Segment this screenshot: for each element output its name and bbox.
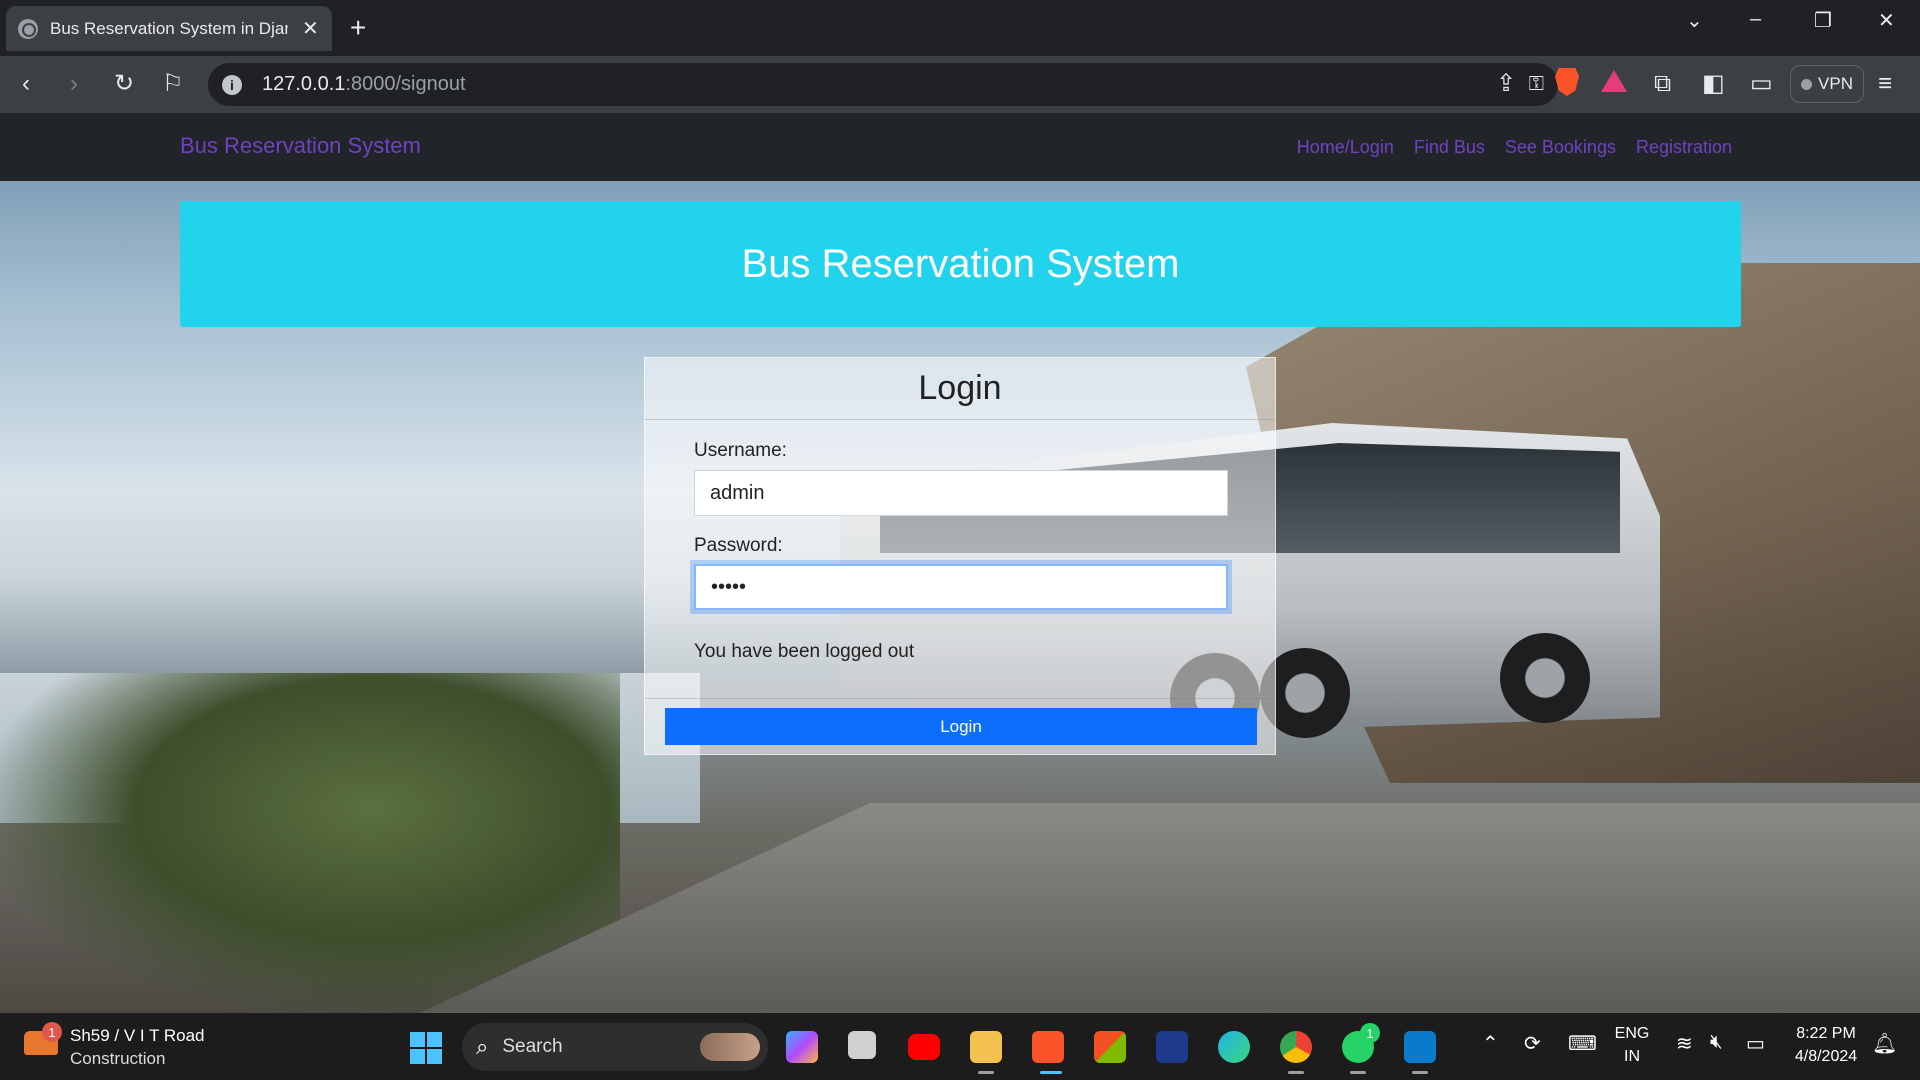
sidebar-icon[interactable]: ◧	[1702, 70, 1725, 98]
login-button[interactable]: Login	[665, 708, 1257, 745]
globe-icon	[18, 18, 38, 39]
password-input[interactable]	[694, 564, 1228, 610]
share-icon[interactable]: ⇪	[1496, 70, 1516, 98]
vpn-button[interactable]: VPN	[1790, 65, 1864, 103]
vpn-label: VPN	[1818, 74, 1853, 93]
username-label: Username:	[694, 440, 787, 461]
wallet-icon[interactable]: ▭	[1750, 70, 1773, 98]
task-view-icon[interactable]	[848, 1031, 876, 1059]
nav-find-bus[interactable]: Find Bus	[1414, 137, 1485, 158]
browser-tab-strip: Bus Reservation System in Djang ✕ + ⌄ – …	[0, 0, 1920, 56]
vscode-icon[interactable]	[1404, 1031, 1436, 1063]
youtube-icon[interactable]	[908, 1034, 940, 1060]
nav-see-bookings[interactable]: See Bookings	[1505, 137, 1616, 158]
search-label: Search	[502, 1036, 563, 1057]
copilot-icon[interactable]	[786, 1031, 818, 1063]
url-host: 127.0.0.1	[262, 73, 346, 95]
weather-title[interactable]: Sh59 / V I T Road	[70, 1026, 205, 1046]
bookmark-icon[interactable]: ⚐	[162, 70, 184, 98]
new-tab-button[interactable]: +	[350, 12, 366, 44]
weather-subtitle[interactable]: Construction	[70, 1049, 165, 1069]
tab-search-chevron-icon[interactable]: ⌄	[1686, 8, 1703, 33]
reload-icon[interactable]: ↻	[114, 70, 134, 98]
close-window-icon[interactable]: ✕	[1878, 8, 1895, 33]
minimize-icon[interactable]: –	[1750, 8, 1761, 31]
edge-icon[interactable]	[1218, 1031, 1250, 1063]
brave-rewards-icon[interactable]	[1601, 70, 1627, 92]
search-highlight-image	[700, 1033, 760, 1061]
brave-browser-icon[interactable]	[1032, 1031, 1064, 1063]
chrome-icon[interactable]	[1280, 1031, 1312, 1063]
weather-badge: 1	[42, 1022, 62, 1042]
vpn-status-icon	[1801, 78, 1813, 90]
language-region[interactable]: IN	[1612, 1048, 1652, 1066]
taskbar-search[interactable]: ⌕ Search	[462, 1023, 768, 1071]
tab-title: Bus Reservation System in Djang	[50, 18, 288, 38]
login-card: Login Username: Password: You have been …	[644, 357, 1276, 755]
browser-toolbar: ‹ › ↻ ⚐ i 127.0.0.1 :8000/signout ⚿ ⇪ ⧉ …	[0, 56, 1920, 113]
volume-muted-icon[interactable]: 🔇︎	[1710, 1031, 1723, 1054]
show-hidden-icons-chevron-icon[interactable]: ⌃	[1482, 1031, 1499, 1056]
language-code[interactable]: ENG	[1612, 1025, 1652, 1043]
web-page: Bus Reservation System Home/Login Find B…	[0, 113, 1920, 1013]
forward-icon[interactable]: ›	[70, 70, 78, 98]
logout-message: You have been logged out	[694, 641, 915, 662]
navbar-brand[interactable]: Bus Reservation System	[180, 133, 421, 159]
url-path: :8000/signout	[345, 73, 466, 95]
wps-icon[interactable]	[1156, 1031, 1188, 1063]
start-icon[interactable]	[410, 1032, 442, 1064]
extensions-icon[interactable]: ⧉	[1654, 70, 1671, 98]
clock-date[interactable]: 4/8/2024	[1786, 1048, 1866, 1066]
hero-title: Bus Reservation System	[741, 241, 1180, 286]
key-icon[interactable]: ⚿	[1529, 73, 1544, 96]
clock-time[interactable]: 8:22 PM	[1786, 1025, 1866, 1043]
file-explorer-icon[interactable]	[970, 1031, 1002, 1063]
back-icon[interactable]: ‹	[22, 70, 30, 98]
brave-shields-icon[interactable]	[1555, 68, 1579, 96]
menu-icon[interactable]: ≡	[1878, 70, 1892, 98]
wifi-icon[interactable]: ≋	[1676, 1031, 1693, 1056]
taskbar: 1 Sh59 / V I T Road Construction ⌕ Searc…	[0, 1013, 1920, 1080]
nav-links: Home/Login Find Bus See Bookings Registr…	[1297, 137, 1732, 158]
site-navbar: Bus Reservation System Home/Login Find B…	[0, 113, 1920, 181]
username-input[interactable]	[694, 470, 1228, 516]
search-icon: ⌕	[476, 1034, 489, 1059]
nav-registration[interactable]: Registration	[1636, 137, 1732, 158]
restore-icon[interactable]: ❐	[1814, 8, 1832, 33]
ms-store-icon[interactable]	[1094, 1031, 1126, 1063]
password-label: Password:	[694, 535, 783, 556]
login-title: Login	[645, 358, 1275, 420]
close-tab-icon[interactable]: ✕	[302, 16, 319, 41]
keyboard-icon[interactable]: ⌨	[1568, 1031, 1597, 1056]
notification-bell-icon[interactable]: 🔔︎	[1872, 1031, 1897, 1056]
battery-icon[interactable]: ▭	[1746, 1031, 1765, 1056]
browser-tab[interactable]: Bus Reservation System in Djang ✕	[6, 6, 332, 51]
site-info-icon[interactable]: i	[222, 74, 242, 95]
whatsapp-badge: 1	[1360, 1023, 1380, 1043]
sync-icon[interactable]: ⟳	[1524, 1031, 1541, 1056]
hero-banner: Bus Reservation System	[180, 201, 1741, 327]
nav-home-login[interactable]: Home/Login	[1297, 137, 1394, 158]
address-bar[interactable]: i 127.0.0.1 :8000/signout ⚿	[208, 63, 1558, 106]
